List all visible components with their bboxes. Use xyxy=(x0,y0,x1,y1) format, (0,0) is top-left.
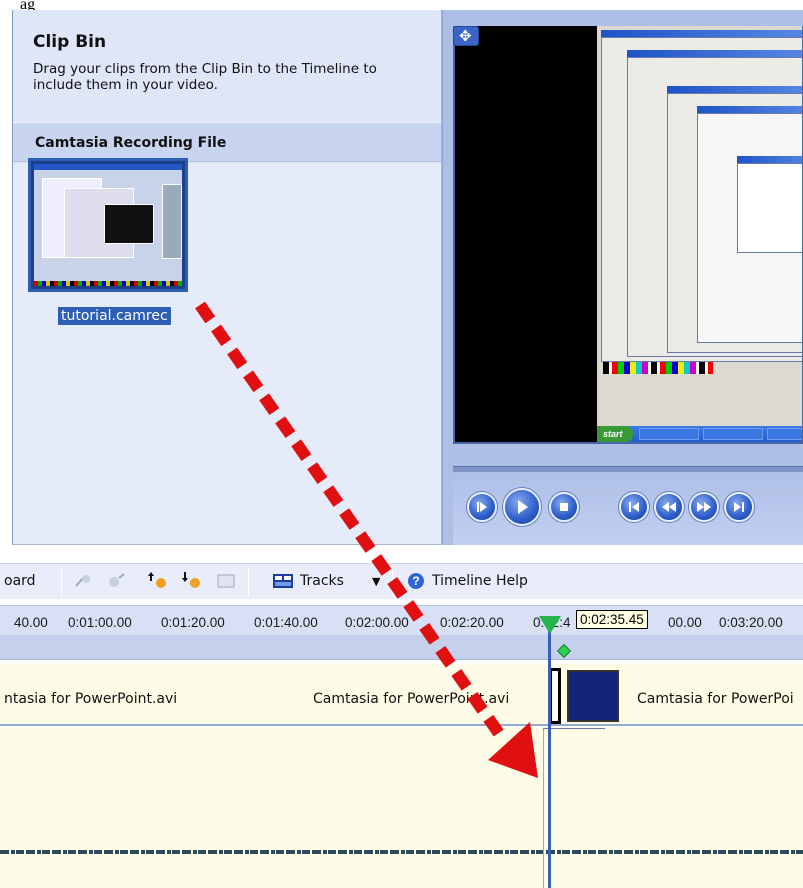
step-forward-button[interactable] xyxy=(467,492,497,522)
caption-text: ag xyxy=(0,0,803,10)
stop-button[interactable] xyxy=(549,492,579,522)
preview-pane: start xyxy=(442,10,803,545)
video-clip-thumbnail[interactable] xyxy=(567,670,619,722)
storyboard-button[interactable]: oard xyxy=(4,573,36,589)
ruler-tick-label: 0:03:20.00 xyxy=(719,615,783,630)
clip-bin-title: Clip Bin xyxy=(33,32,107,52)
insert-position-indicator xyxy=(543,728,605,738)
timeline-toolbar: oard Tracks ▼ ? Timeline Help xyxy=(0,563,803,599)
ruler-tick-label: 0:02:00.00 xyxy=(345,615,409,630)
playhead-line[interactable] xyxy=(548,621,551,888)
ruler-tick-label: 0:02:20.00 xyxy=(440,615,504,630)
toolbar-separator xyxy=(392,568,393,596)
audio-track xyxy=(0,728,803,888)
zoom-out-icon[interactable] xyxy=(106,572,126,590)
play-button[interactable] xyxy=(503,488,541,526)
video-clip-label[interactable]: ntasia for PowerPoint.avi xyxy=(4,691,177,707)
audio-waveform xyxy=(0,850,803,854)
window-titlebar xyxy=(697,106,802,113)
timeline-help-button[interactable]: Timeline Help xyxy=(432,573,528,589)
clip-bin-description: Drag your clips from the Clip Bin to the… xyxy=(33,61,377,93)
playhead-time-tooltip: 0:02:35.45 xyxy=(576,610,648,629)
thumbnail-window xyxy=(104,204,154,244)
toolbar-separator xyxy=(61,568,62,596)
video-clip-label[interactable]: Camtasia for PowerPoi xyxy=(637,691,794,707)
window-titlebar xyxy=(601,30,802,37)
timeline-ruler[interactable]: 40.00 0:01:00.00 0:01:20.00 0:01:40.00 0… xyxy=(0,605,803,635)
move-handle-icon[interactable] xyxy=(453,26,479,46)
section-title: Camtasia Recording File xyxy=(35,135,227,151)
ruler-tick-label: 40.00 xyxy=(14,615,48,630)
thumbnail-window xyxy=(162,184,182,259)
ruler-tick-label: 0:01:40.00 xyxy=(254,615,318,630)
playhead-handle[interactable] xyxy=(539,616,561,634)
thumbnail-titlebar xyxy=(34,164,182,170)
marker-track[interactable] xyxy=(0,635,803,660)
xp-start-button: start xyxy=(597,426,633,442)
dialog-window xyxy=(737,163,802,253)
clip-label[interactable]: tutorial.camrec xyxy=(58,307,171,325)
window-titlebar xyxy=(627,50,802,57)
playback-controls xyxy=(453,472,803,545)
thumbnail-taskbar xyxy=(34,281,182,286)
thumbnail-screen xyxy=(34,164,182,281)
help-icon[interactable]: ? xyxy=(406,572,426,590)
insert-position-line xyxy=(543,728,544,888)
xp-task-button xyxy=(703,428,763,440)
video-frame: start xyxy=(597,26,802,442)
zoom-in-icon[interactable] xyxy=(73,572,93,590)
jump-end-button[interactable] xyxy=(724,492,754,522)
clip-thumbnail[interactable] xyxy=(28,158,188,292)
clip-bin-section-header: Camtasia Recording File xyxy=(13,122,441,162)
video-clip-label[interactable]: Camtasia for PowerPoint.avi xyxy=(313,691,509,707)
volume-up-icon[interactable] xyxy=(148,572,168,590)
ruler-tick-label: 0:01:00.00 xyxy=(68,615,132,630)
rewind-button[interactable] xyxy=(654,492,684,522)
jump-start-button[interactable] xyxy=(619,492,649,522)
window-titlebar xyxy=(737,156,802,163)
xp-task-button xyxy=(767,428,802,440)
chevron-down-icon[interactable]: ▼ xyxy=(372,575,380,588)
video-preview: start xyxy=(453,26,803,444)
tracks-icon[interactable] xyxy=(272,572,294,590)
svg-text:?: ? xyxy=(412,574,419,588)
volume-down-icon[interactable] xyxy=(182,572,202,590)
ruler-tick-label: 00.00 xyxy=(668,615,702,630)
fast-forward-button[interactable] xyxy=(689,492,719,522)
audio-settings-icon[interactable] xyxy=(216,572,236,590)
ruler-tick-label: 0:01:20.00 xyxy=(161,615,225,630)
xp-task-button xyxy=(639,428,699,440)
toolbar-separator xyxy=(248,568,249,596)
tracks-button[interactable]: Tracks xyxy=(300,573,344,589)
window-titlebar xyxy=(667,86,802,93)
video-track: ntasia for PowerPoint.avi Camtasia for P… xyxy=(0,664,803,726)
color-palette xyxy=(603,362,713,374)
